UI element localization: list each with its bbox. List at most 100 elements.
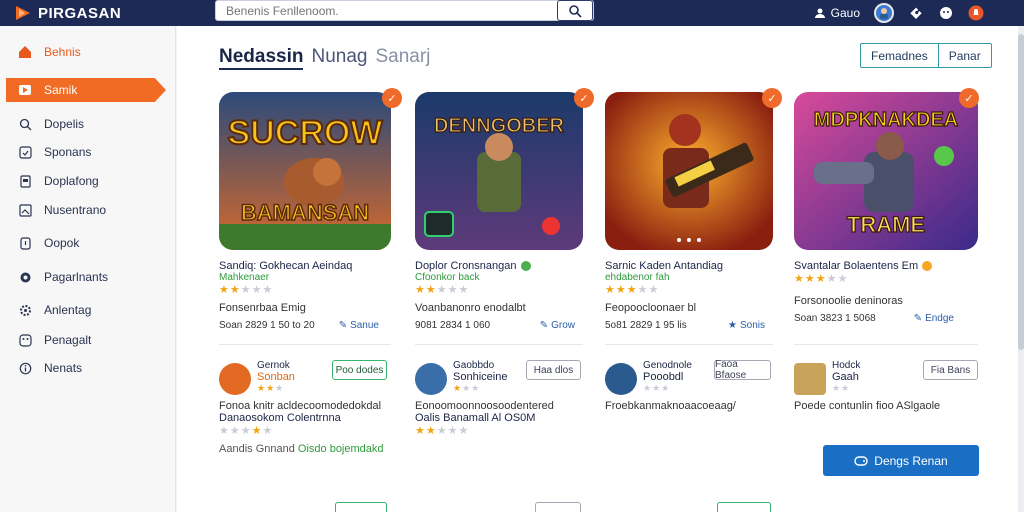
scrollbar-thumb[interactable] <box>1018 34 1024 350</box>
info-icon <box>18 361 32 375</box>
sidebar-item[interactable]: Nenats <box>0 356 170 380</box>
circle-icon <box>18 270 32 284</box>
list-item[interactable] <box>415 502 581 512</box>
sidebar-item[interactable]: Doplafong <box>0 169 170 193</box>
list-item-footer: Aandis Gnnand Oisdo bojemdakd <box>219 443 384 455</box>
tab-secondary[interactable]: Nunag <box>311 46 367 70</box>
check-badge-icon: ✓ <box>762 88 782 108</box>
sidebar-item-label: Oopok <box>44 236 80 250</box>
list-item-button[interactable]: Haa dlos <box>526 360 581 380</box>
sidebar-item-home[interactable]: Behnis <box>0 40 170 64</box>
star-rating: ★★★ <box>257 383 285 393</box>
search-button[interactable] <box>557 0 593 21</box>
gear-icon <box>18 303 32 317</box>
search-input[interactable] <box>216 3 556 18</box>
sidebar-item[interactable]: Penagalt <box>0 328 170 352</box>
search-icon <box>18 117 32 131</box>
user-menu[interactable]: Gauo <box>814 6 860 20</box>
star-rating: ★★★★★ <box>219 284 274 296</box>
game-card[interactable]: MDPKNAKDEA TRAME ✓ Svantalar Bolaentens … <box>794 88 979 324</box>
game-meta: 9081 2834 1 060 ✎ Grow <box>415 320 575 331</box>
sidebar-item[interactable]: Pagarlnants <box>0 265 170 289</box>
list-item[interactable]: Genodnole Pooobdl ★★★ Faoa Bfaose Froebk… <box>605 359 771 412</box>
game-action[interactable]: ★ Sonis <box>728 320 765 331</box>
notification-icon[interactable] <box>968 5 984 21</box>
game-meta: Soan 3823 1 5068 ✎ Endge <box>794 313 954 324</box>
list-item-button[interactable] <box>535 502 581 512</box>
list-item-name: Genodnole <box>643 360 692 371</box>
game-thumbnail[interactable]: DENNGOBER <box>415 92 583 250</box>
emoji-icon[interactable] <box>938 5 954 21</box>
list-item[interactable] <box>219 502 387 512</box>
game-action[interactable]: ✎ Grow <box>540 320 575 331</box>
sidebar-item[interactable]: Dopelis <box>0 112 170 136</box>
list-item[interactable]: Gaobbdo Sonhiceine ★★★ Haa dlos Eonoomoo… <box>415 360 581 437</box>
app-icon <box>605 363 637 395</box>
sidebar-item[interactable]: Oopok <box>0 231 170 255</box>
svg-text:DENNGOBER: DENNGOBER <box>434 115 565 137</box>
tab-tertiary[interactable]: Sanarj <box>375 46 430 70</box>
toggle-option-right[interactable]: Panar <box>939 44 991 67</box>
list-item[interactable]: Hodck Gaah ★★ Fia Bans Poede contunlin f… <box>794 360 978 412</box>
toggle-option-left[interactable]: Femadnes <box>861 44 939 67</box>
game-title[interactable]: Doplor Cronsnangan <box>415 260 600 272</box>
gamepad-icon <box>854 455 868 466</box>
search-icon <box>569 4 582 18</box>
game-card[interactable]: SUCROW BAMANSAN ✓ Sandiq: Gokhecan Aeind… <box>219 88 404 331</box>
box-icon <box>18 333 32 347</box>
list-item-name: Hodck <box>832 360 861 371</box>
game-thumbnail[interactable]: SUCROW BAMANSAN <box>219 92 391 250</box>
list-item-button[interactable]: Faoa Bfaose <box>714 359 771 381</box>
sidebar-item[interactable]: Nusentrano <box>0 198 170 222</box>
game-title[interactable]: Sandiq: Gokhecan Aeindaq <box>219 260 404 272</box>
list-item[interactable]: Gernok Sonban ★★★ Poo dodes Fonoa knitr … <box>219 360 387 455</box>
star-rating: ★★★★★ <box>794 273 849 285</box>
star-rating: ★★★★★ <box>415 284 470 296</box>
sidebar-item-label: Samik <box>44 83 78 97</box>
list-item-subtitle: Sonban <box>257 371 295 383</box>
star-rating: ★★ <box>832 383 851 393</box>
game-thumbnail[interactable]: MDPKNAKDEA TRAME <box>794 92 978 250</box>
game-thumbnail[interactable] <box>605 92 773 250</box>
game-stats: 9081 2834 1 060 <box>415 320 491 331</box>
game-card[interactable]: DENNGOBER ✓ Doplor Cronsnangan Cfoonkor … <box>415 88 600 331</box>
sidebar-item[interactable]: Sponans <box>0 140 170 164</box>
top-bar: PIRGASAN Gauo <box>0 0 1024 26</box>
game-action[interactable]: ✎ Sanue <box>339 320 379 331</box>
primary-action-button[interactable]: Dengs Renan <box>823 445 979 476</box>
game-title[interactable]: Svantalar Bolaentens Em <box>794 260 979 272</box>
svg-text:SUCROW: SUCROW <box>228 114 384 152</box>
game-card[interactable]: ✓ Sarnic Kaden Antandiag ehdabenor fah ★… <box>605 88 790 331</box>
star-rating: ★★★ <box>643 383 671 393</box>
sidebar-item-label: Sponans <box>44 145 92 159</box>
puzzle-icon[interactable] <box>908 5 924 21</box>
list-item-description-2: Oalis Banamall Al OS0M <box>415 412 536 424</box>
user-icon <box>814 8 825 18</box>
star-rating: ★★★★★ <box>219 425 274 437</box>
game-action[interactable]: ✎ Endge <box>914 313 954 324</box>
list-item[interactable] <box>605 502 771 512</box>
sidebar-item[interactable]: Anlentag <box>0 298 170 322</box>
game-subtitle: Mahkenaer <box>219 272 270 283</box>
sidebar-item-label: Doplafong <box>44 174 99 188</box>
verified-dot-icon <box>922 261 933 271</box>
brand[interactable]: PIRGASAN <box>0 4 210 22</box>
sidebar-item-active[interactable]: Samik <box>6 78 166 102</box>
sidebar-item-label: Behnis <box>44 45 81 59</box>
list-item-button[interactable] <box>717 502 771 512</box>
game-title[interactable]: Sarnic Kaden Antandiag <box>605 260 790 272</box>
list-item-button[interactable]: Fia Bans <box>923 360 978 380</box>
divider <box>605 344 773 345</box>
avatar[interactable] <box>874 3 894 23</box>
list-item-button[interactable]: Poo dodes <box>332 360 387 380</box>
svg-text:TRAME: TRAME <box>847 212 925 237</box>
app-icon <box>794 363 826 395</box>
game-description: Forsonoolie deninoras <box>794 295 903 307</box>
list-item-button[interactable] <box>335 502 387 512</box>
tab-primary[interactable]: Nedassin <box>219 46 304 70</box>
list-item-subtitle: Pooobdl <box>643 371 684 383</box>
game-meta: 5o81 2829 1 95 lis ★ Sonis <box>605 320 765 331</box>
list-item-description: Poede contunlin fioo ASlgaole <box>794 400 941 412</box>
sidebar-item-label: Nusentrano <box>44 203 107 217</box>
svg-text:MDPKNAKDEA: MDPKNAKDEA <box>814 109 958 131</box>
